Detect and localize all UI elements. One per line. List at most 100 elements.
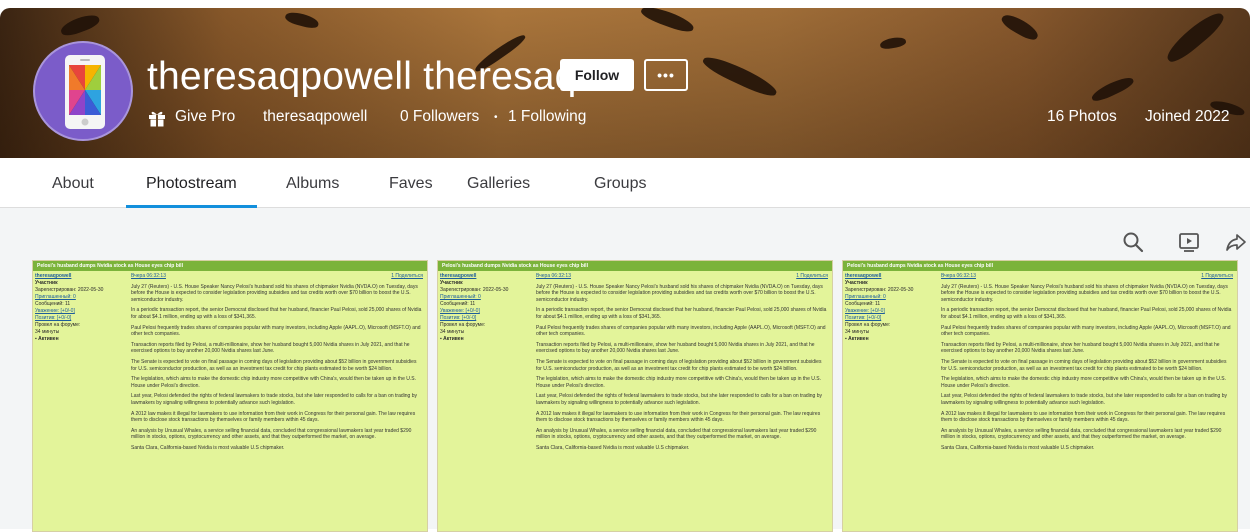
post-paragraph: July 27 (Reuters) - U.S. House Speaker N… [131,283,418,303]
post-author-panel: theresaqpowell Участник Зарегистрирован:… [440,273,528,343]
post-time: Вчера 06:32:13 [941,273,976,279]
post-paragraph: Santa Clara, California-based Nvidia is … [941,444,1095,451]
avatar[interactable] [33,41,133,141]
post-meta-row: Вчера 06:32:13 1 Поделиться [941,273,1233,280]
joined-date: Joined 2022 [1145,108,1230,125]
post-messages: Сообщений: 11 [440,301,476,307]
share-icon[interactable] [1224,230,1248,254]
photo-tile[interactable]: Pelosi's husband dumps Nvidia stock as H… [842,260,1238,532]
post-paragraph: A 2012 law makes it illegal for lawmaker… [941,410,1226,424]
post-registered: Зарегистрирован: 2022-05-30 [35,287,104,293]
post-paragraph: The legislation, which aims to make the … [941,376,1226,389]
post-author: theresaqpowell [35,273,72,279]
post-paragraph: In a periodic transaction report, the se… [131,307,422,320]
post-registered: Зарегистрирован: 2022-05-30 [845,287,914,293]
post-respect: Уважение: [+0/-0] [35,308,75,314]
post-paragraph: Transaction reports filed by Pelosi, a m… [941,341,1220,355]
post-paragraph: Transaction reports filed by Pelosi, a m… [131,341,410,355]
post-paragraph: The legislation, which aims to make the … [536,376,821,389]
post-share: 1 Поделиться [391,273,423,279]
post-paragraph: A 2012 law makes it illegal for lawmaker… [131,410,416,424]
follow-button[interactable]: Follow [560,59,634,91]
post-author-panel: theresaqpowell Участник Зарегистрирован:… [35,273,123,343]
post-paragraph: An analysis by Unusual Whales, a service… [131,427,412,441]
post-positive: Позитив: [+0/-0] [845,315,882,321]
post-title-bar: Pelosi's husband dumps Nvidia stock as H… [33,261,427,271]
post-respect: Уважение: [+0/-0] [440,308,480,314]
post-registered: Зарегистрирован: 2022-05-30 [440,287,509,293]
post-paragraph: Transaction reports filed by Pelosi, a m… [536,341,815,355]
post-minutes: 34 минуты [440,329,465,335]
username-label: theresaqpowell [263,108,368,125]
post-invited: Приглашенный: 0 [845,294,886,300]
post-meta-row: Вчера 06:32:13 1 Поделиться [131,273,423,280]
post-author: theresaqpowell [440,273,477,279]
post-messages: Сообщений: 11 [35,301,71,307]
tab-faves[interactable]: Faves [389,175,433,193]
post-paragraph: Last year, Pelosi defended the rights of… [536,393,822,406]
post-paragraph: In a periodic transaction report, the se… [941,307,1232,320]
post-paragraph: The legislation, which aims to make the … [131,376,416,389]
post-author-role: Участник [440,280,463,286]
meta-separator: • [494,112,498,123]
tab-about[interactable]: About [52,175,94,193]
give-pro-link[interactable]: Give Pro [175,108,235,126]
photos-count: 16 Photos [1047,108,1117,125]
post-paragraph: July 27 (Reuters) - U.S. House Speaker N… [941,283,1228,303]
post-paragraph: An analysis by Unusual Whales, a service… [536,427,817,441]
tab-galleries[interactable]: Galleries [467,175,530,193]
gift-icon[interactable] [147,108,167,128]
phone-icon [65,55,105,129]
post-paragraph: Santa Clara, California-based Nvidia is … [131,444,285,451]
slideshow-icon[interactable] [1177,230,1201,254]
tab-photostream[interactable]: Photostream [146,175,237,193]
post-invited: Приглашенный: 0 [440,294,481,300]
post-share: 1 Поделиться [796,273,828,279]
post-content: Вчера 06:32:13 1 Поделиться July 27 (Reu… [131,273,423,455]
post-author: theresaqpowell [845,273,882,279]
post-status: ▪ Активен [35,336,59,342]
post-paragraph: Santa Clara, California-based Nvidia is … [536,444,690,451]
post-body: theresaqpowell Участник Зарегистрирован:… [33,271,427,531]
post-time: Вчера 06:32:13 [131,273,166,279]
photo-tile[interactable]: Pelosi's husband dumps Nvidia stock as H… [32,260,428,532]
post-author-role: Участник [845,280,868,286]
following-link[interactable]: 1 Following [508,108,586,126]
post-online: Провел на форуме: [440,322,486,328]
post-paragraph: In a periodic transaction report, the se… [536,307,827,320]
post-paragraph: Last year, Pelosi defended the rights of… [131,393,417,406]
more-options-button[interactable]: ••• [644,59,688,91]
post-status: ▪ Активен [845,336,869,342]
post-messages: Сообщений: 11 [845,301,881,307]
post-body: theresaqpowell Участник Зарегистрирован:… [843,271,1237,531]
post-online: Провел на форуме: [35,322,81,328]
post-paragraph: Paul Pelosi frequently trades shares of … [941,324,1231,338]
post-paragraph: Paul Pelosi frequently trades shares of … [131,324,421,338]
tab-groups[interactable]: Groups [594,175,646,193]
post-positive: Позитив: [+0/-0] [35,315,72,321]
post-body: theresaqpowell Участник Зарегистрирован:… [438,271,832,531]
post-paragraph: July 27 (Reuters) - U.S. House Speaker N… [536,283,823,303]
post-share: 1 Поделиться [1201,273,1233,279]
followers-link[interactable]: 0 Followers [400,108,479,126]
post-paragraph: A 2012 law makes it illegal for lawmaker… [536,410,821,424]
search-icon[interactable] [1121,230,1145,254]
tab-albums[interactable]: Albums [286,175,339,193]
post-time: Вчера 06:32:13 [536,273,571,279]
post-online: Провел на форуме: [845,322,891,328]
post-title-bar: Pelosi's husband dumps Nvidia stock as H… [438,261,832,271]
post-paragraph: The Senate is expected to vote on final … [536,358,822,372]
post-minutes: 34 минуты [35,329,60,335]
post-paragraph: An analysis by Unusual Whales, a service… [941,427,1222,441]
photo-tile[interactable]: Pelosi's husband dumps Nvidia stock as H… [437,260,833,532]
photostream-area: Pelosi's husband dumps Nvidia stock as H… [0,208,1250,532]
post-positive: Позитив: [+0/-0] [440,315,477,321]
post-paragraph: Last year, Pelosi defended the rights of… [941,393,1227,406]
post-paragraph: Paul Pelosi frequently trades shares of … [536,324,826,338]
post-content: Вчера 06:32:13 1 Поделиться July 27 (Reu… [941,273,1233,455]
post-meta-row: Вчера 06:32:13 1 Поделиться [536,273,828,280]
post-paragraph: The Senate is expected to vote on final … [941,358,1227,372]
post-title-bar: Pelosi's husband dumps Nvidia stock as H… [843,261,1237,271]
post-status: ▪ Активен [440,336,464,342]
post-author-role: Участник [35,280,58,286]
